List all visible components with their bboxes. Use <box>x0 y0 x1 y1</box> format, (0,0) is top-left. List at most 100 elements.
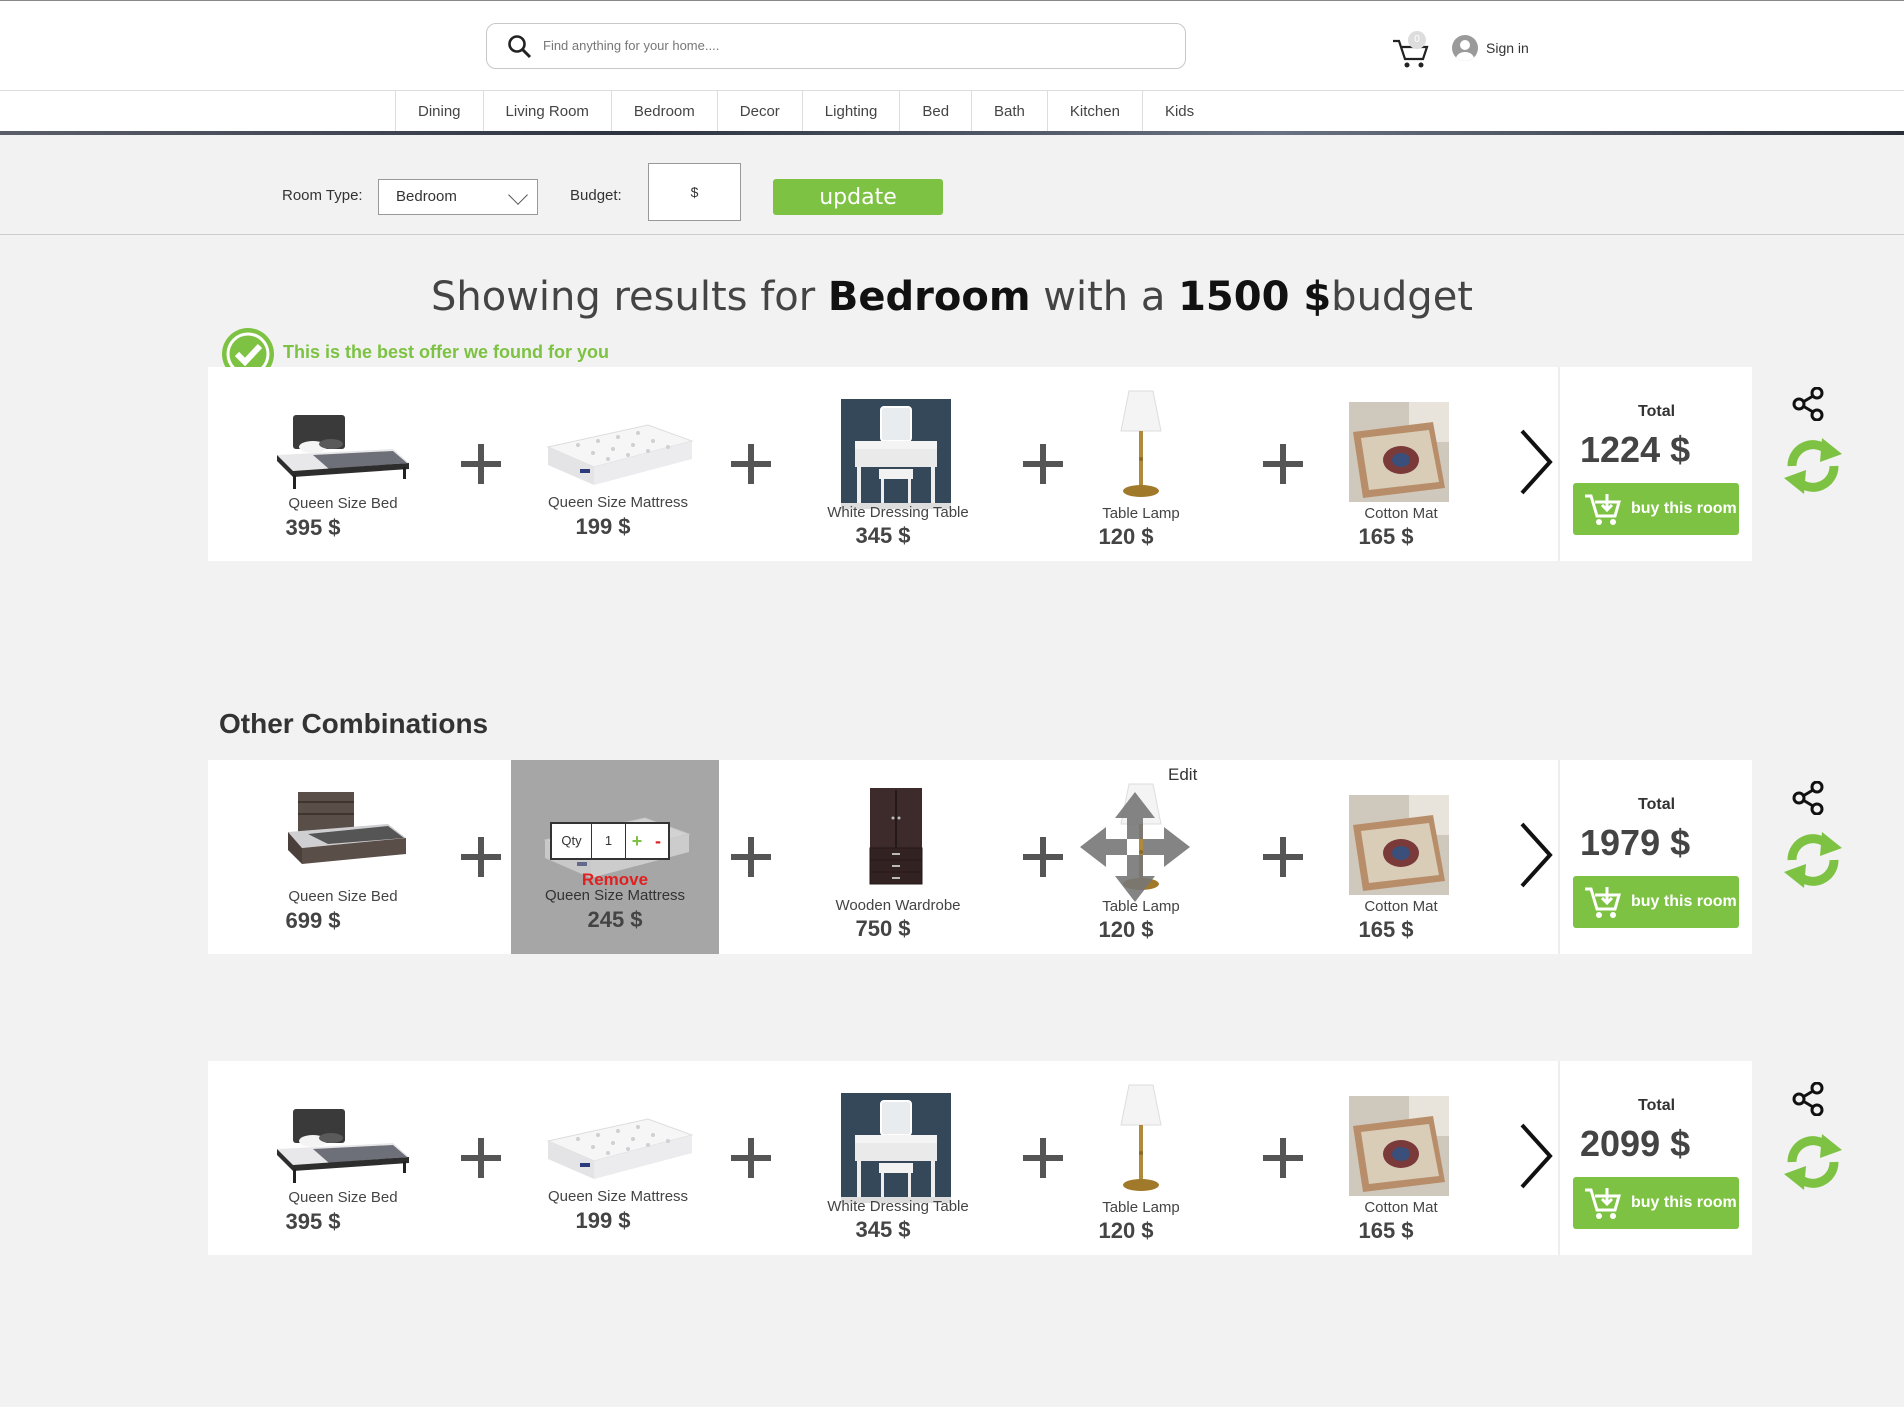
quantity-stepper[interactable]: Qty 1 + - <box>550 822 670 860</box>
plus-icon <box>731 1138 771 1178</box>
nav-item-bath[interactable]: Bath <box>971 91 1047 133</box>
share-icon[interactable] <box>1792 1082 1826 1116</box>
item-price: 165 $ <box>1358 524 1414 549</box>
nav-item-bed[interactable]: Bed <box>899 91 971 133</box>
buy-room-button[interactable]: buy this room <box>1573 1177 1739 1229</box>
combo-item-cotton-mat[interactable]: Cotton Mat 165 $ <box>1326 1061 1476 1255</box>
total-value: 2099 $ <box>1580 1123 1691 1164</box>
combo-item-table-lamp[interactable]: Table Lamp 120 $ <box>1066 1061 1216 1255</box>
plus-icon <box>1023 444 1063 484</box>
nav-item-decor[interactable]: Decor <box>716 91 802 133</box>
item-name: White Dressing Table <box>827 504 969 521</box>
room-type-label: Room Type: <box>282 187 363 204</box>
nav-item-kids[interactable]: Kids <box>1141 91 1216 133</box>
qty-minus-button[interactable]: - <box>648 824 668 858</box>
cart-plus-icon <box>1583 492 1623 526</box>
rug-image <box>1348 402 1450 502</box>
headline-room: Bedroom <box>827 274 1031 320</box>
search-icon[interactable] <box>507 34 533 60</box>
plus-icon <box>1263 444 1303 484</box>
total-value: 1979 $ <box>1580 822 1691 863</box>
plus-icon <box>1263 837 1303 877</box>
budget-input[interactable]: $ <box>648 163 741 221</box>
nav-item-bedroom[interactable]: Bedroom <box>610 91 717 133</box>
remove-button[interactable]: Remove <box>511 870 719 890</box>
cart-button[interactable]: 0 <box>1392 31 1432 68</box>
sign-in-label: Sign in <box>1486 40 1529 56</box>
best-offer-text: This is the best offer we found for you <box>283 342 610 362</box>
combo-item-cotton-mat[interactable]: Cotton Mat 165 $ <box>1326 760 1476 954</box>
item-price: 699 $ <box>285 908 341 933</box>
next-arrow-icon[interactable] <box>1518 1123 1554 1189</box>
plus-icon <box>1023 1138 1063 1178</box>
item-name: Cotton Mat <box>1364 505 1438 522</box>
headline-budget: 1500 $ <box>1178 274 1332 320</box>
qty-plus-button[interactable]: + <box>626 824 648 858</box>
combo-row-3: Queen Size Bed 395 $ Queen Size Mattress… <box>208 1061 1752 1255</box>
search-input[interactable]: Find anything for your home.... <box>543 38 719 53</box>
item-name: Queen Size Bed <box>288 495 398 512</box>
buy-room-button[interactable]: buy this room <box>1573 876 1739 928</box>
item-name: Cotton Mat <box>1364 898 1438 915</box>
row-divider <box>1558 367 1560 561</box>
dressing-table-image <box>841 1093 951 1203</box>
plus-icon <box>461 837 501 877</box>
refresh-icon[interactable] <box>1780 1132 1846 1192</box>
mattress-image <box>538 1105 698 1185</box>
mattress-image <box>538 411 698 491</box>
item-name: Queen Size Mattress <box>547 494 689 511</box>
update-button[interactable]: update <box>773 179 943 215</box>
item-price: 120 $ <box>1098 1218 1154 1243</box>
qty-value[interactable]: 1 <box>592 824 626 858</box>
buy-room-label: buy this room <box>1631 893 1737 910</box>
total-label: Total <box>1638 403 1676 420</box>
headline-prefix: Showing results for <box>430 274 828 320</box>
item-name: Table Lamp <box>1102 505 1180 522</box>
move-arrows-icon[interactable] <box>1080 792 1190 902</box>
rug-image <box>1348 1096 1450 1196</box>
search-bar[interactable]: Find anything for your home.... <box>486 23 1186 69</box>
item-price: 199 $ <box>575 514 631 539</box>
next-arrow-icon[interactable] <box>1518 429 1554 495</box>
item-price: 165 $ <box>1358 1218 1414 1243</box>
row-divider <box>1558 760 1560 954</box>
row-divider <box>1558 1061 1560 1255</box>
combo-item-dressing-table[interactable]: White Dressing Table 345 $ <box>808 367 988 561</box>
refresh-icon[interactable] <box>1780 436 1846 496</box>
combo-item-bed[interactable]: Queen Size Bed 699 $ <box>248 760 438 954</box>
combo-item-mattress[interactable]: Queen Size Mattress 199 $ <box>518 1061 718 1255</box>
edit-label[interactable]: Edit <box>1168 765 1197 785</box>
nav-item-living-room[interactable]: Living Room <box>482 91 611 133</box>
headline-suffix: budget <box>1331 274 1473 320</box>
combo-item-mattress[interactable]: Queen Size Mattress 199 $ <box>518 367 718 561</box>
buy-room-button[interactable]: buy this room <box>1573 483 1739 535</box>
next-arrow-icon[interactable] <box>1518 822 1554 888</box>
plus-icon <box>731 837 771 877</box>
combo-item-dressing-table[interactable]: White Dressing Table 345 $ <box>808 1061 988 1255</box>
cart-count-badge: 0 <box>1408 31 1426 49</box>
plus-icon <box>731 444 771 484</box>
share-icon[interactable] <box>1792 781 1826 815</box>
nav-item-kitchen[interactable]: Kitchen <box>1046 91 1142 133</box>
item-price: 345 $ <box>855 523 911 548</box>
plus-icon <box>1023 837 1063 877</box>
combo-item-table-lamp[interactable]: Table Lamp 120 $ <box>1066 367 1216 561</box>
refresh-icon[interactable] <box>1780 830 1846 890</box>
combo-item-cotton-mat[interactable]: Cotton Mat 165 $ <box>1326 367 1476 561</box>
item-name: Queen Size Bed <box>288 1189 398 1206</box>
lamp-image <box>1111 389 1171 499</box>
share-icon[interactable] <box>1792 387 1826 421</box>
combo-item-bed[interactable]: Queen Size Bed 395 $ <box>248 1061 438 1255</box>
results-headline: Showing results for Bedroom with a 1500 … <box>0 274 1904 320</box>
combo-item-bed[interactable]: Queen Size Bed 395 $ <box>248 367 438 561</box>
nav-item-dining[interactable]: Dining <box>395 91 483 133</box>
nav-item-lighting[interactable]: Lighting <box>801 91 900 133</box>
room-type-select[interactable]: Bedroom <box>378 179 538 215</box>
item-price: 750 $ <box>855 916 911 941</box>
item-price: 245 $ <box>587 907 643 932</box>
item-name: Queen Size Bed <box>288 888 398 905</box>
combo-item-wardrobe[interactable]: Wooden Wardrobe 750 $ <box>808 760 988 954</box>
total-value: 1224 $ <box>1580 429 1691 470</box>
dressing-table-image <box>841 399 951 509</box>
sign-in-link[interactable]: Sign in <box>1452 35 1529 61</box>
